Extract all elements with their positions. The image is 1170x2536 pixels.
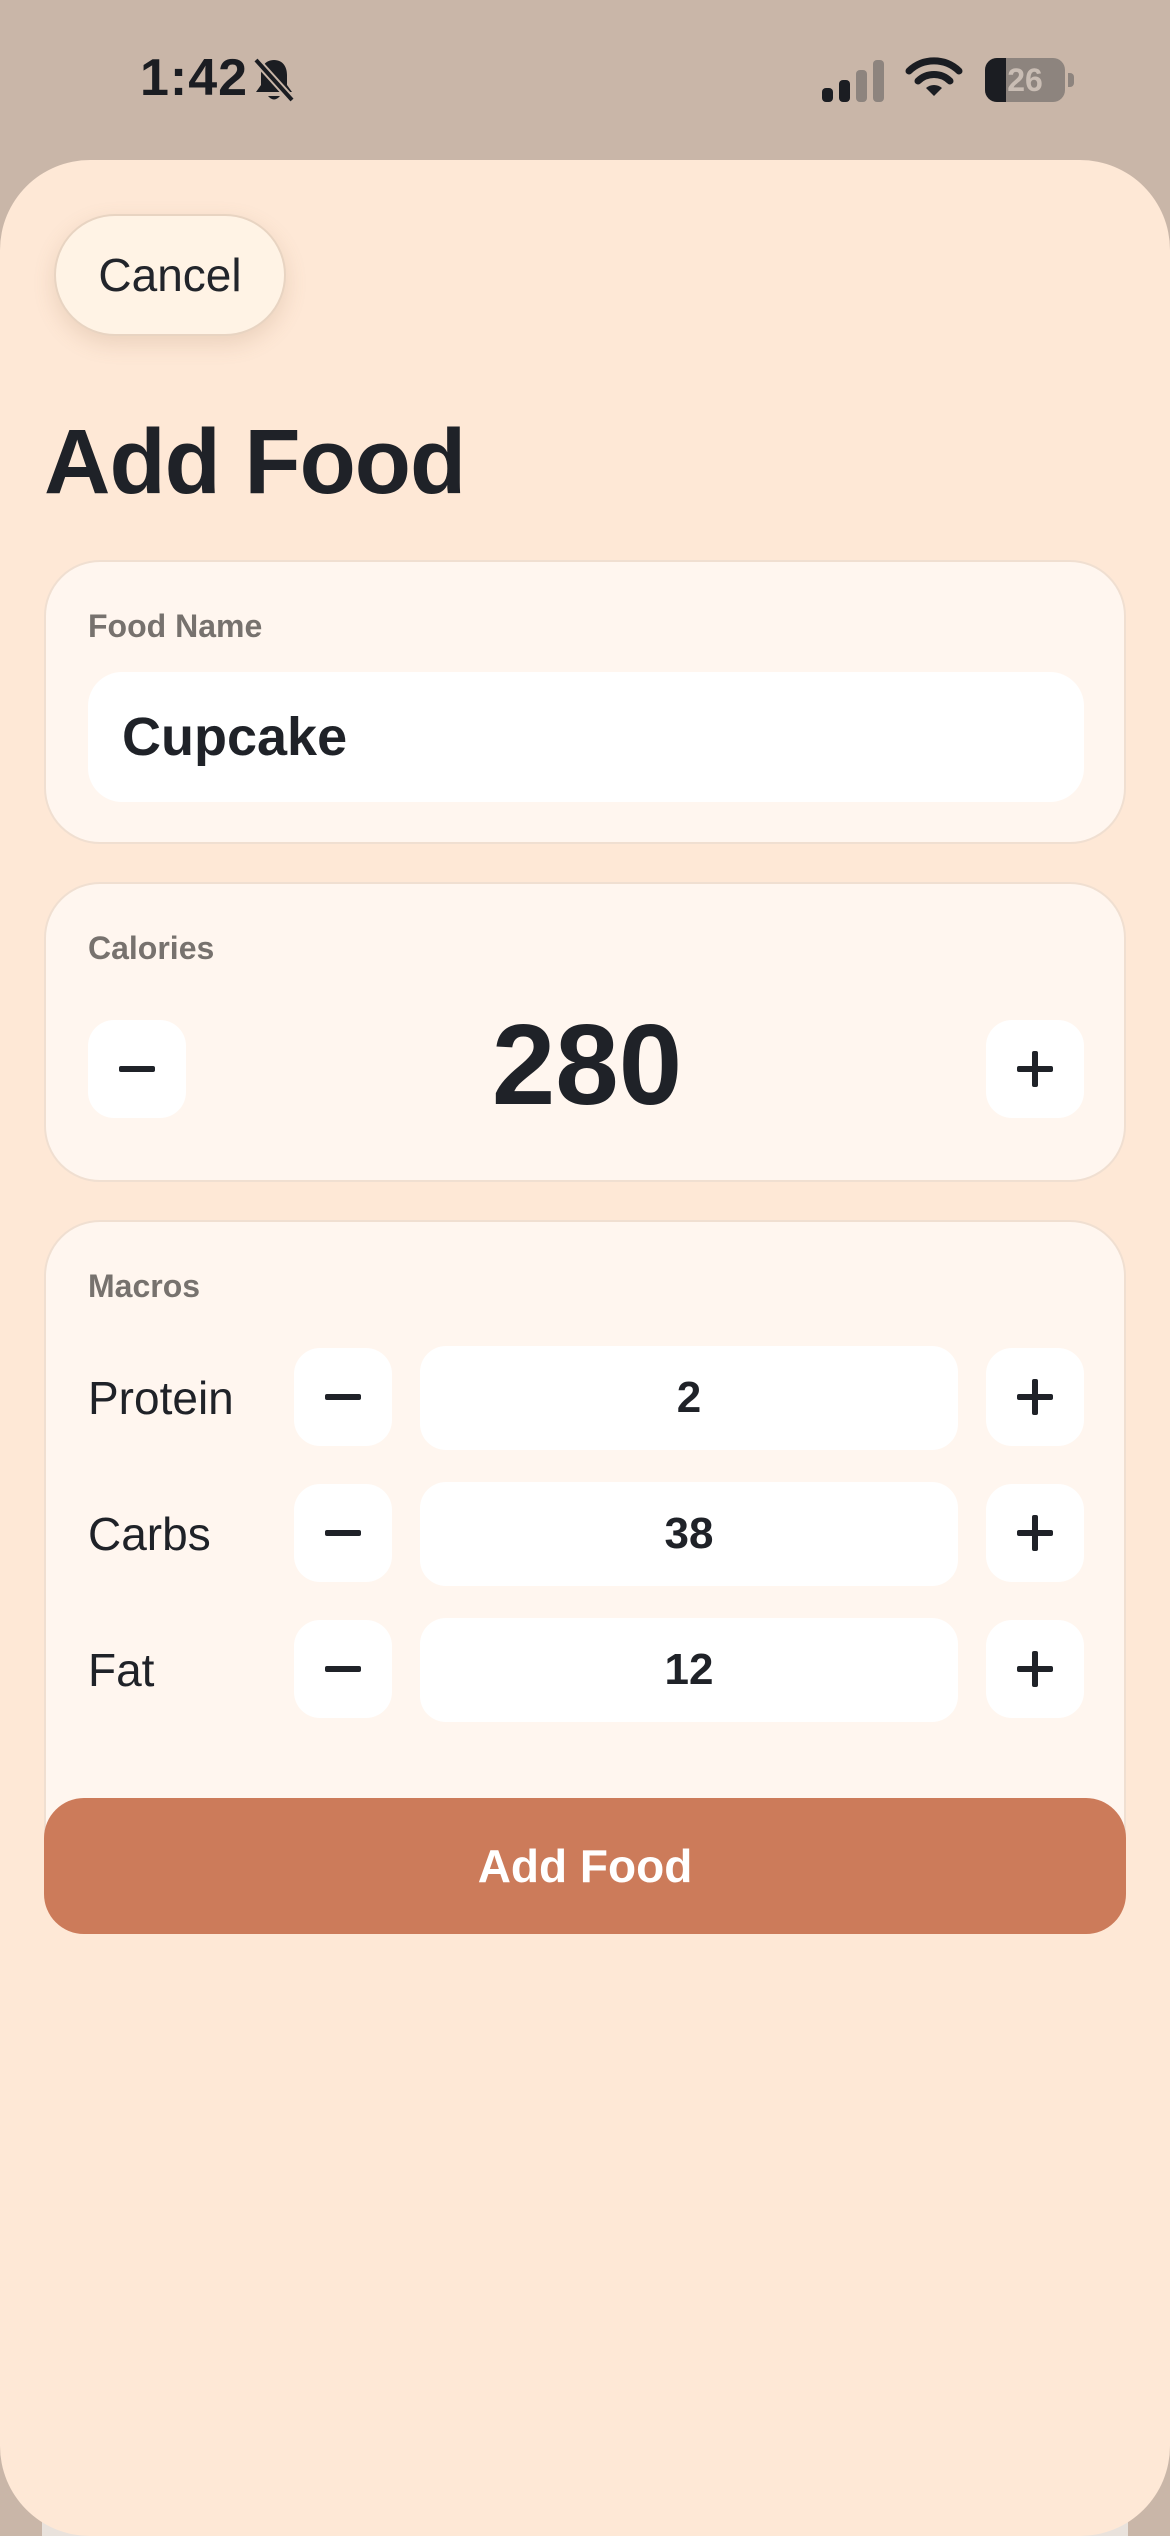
calories-value: 280 — [491, 1002, 683, 1129]
macro-row-protein: Protein 2 — [46, 1346, 1128, 1450]
plus-icon — [1017, 1379, 1053, 1415]
add-food-sheet: Cancel Add Food Food Name Calories 280 M… — [0, 160, 1170, 2536]
protein-increment-button[interactable] — [986, 1348, 1084, 1446]
food-name-label: Food Name — [88, 608, 263, 644]
macros-label: Macros — [88, 1268, 201, 1304]
protein-value-field[interactable]: 2 — [420, 1346, 958, 1450]
calories-card: Calories 280 — [44, 882, 1126, 1182]
plus-icon — [1017, 1651, 1053, 1687]
fat-label: Fat — [88, 1644, 155, 1696]
signal-icon — [822, 60, 884, 102]
bell-slash-icon — [253, 57, 295, 103]
minus-icon — [325, 1394, 361, 1400]
macro-row-carbs: Carbs 38 — [46, 1482, 1128, 1586]
calories-label: Calories — [88, 930, 215, 966]
minus-icon — [119, 1066, 155, 1072]
minus-icon — [325, 1530, 361, 1536]
carbs-increment-button[interactable] — [986, 1484, 1084, 1582]
page-title: Add Food — [44, 411, 466, 513]
fat-decrement-button[interactable] — [294, 1620, 392, 1718]
battery-level: 26 — [1007, 62, 1043, 98]
fat-value-field[interactable]: 12 — [420, 1618, 958, 1722]
cancel-button[interactable]: Cancel — [54, 214, 286, 336]
fat-increment-button[interactable] — [986, 1620, 1084, 1718]
plus-icon — [1017, 1515, 1053, 1551]
minus-icon — [325, 1666, 361, 1672]
food-name-card: Food Name — [44, 560, 1126, 844]
calories-decrement-button[interactable] — [88, 1020, 186, 1118]
macro-row-fat: Fat 12 — [46, 1618, 1128, 1722]
battery-icon: 26 — [985, 58, 1074, 102]
carbs-value-field[interactable]: 38 — [420, 1482, 958, 1586]
status-bar: 1:42 26 — [0, 0, 1170, 160]
carbs-label: Carbs — [88, 1508, 211, 1560]
protein-label: Protein — [88, 1372, 234, 1424]
screen: 1:42 26 Cancel Add Food Food Name Cupcak… — [0, 0, 1170, 2536]
wifi-icon — [905, 57, 963, 96]
food-name-input[interactable] — [88, 672, 1084, 802]
add-food-button[interactable]: Add Food — [44, 1798, 1126, 1934]
plus-icon — [1017, 1051, 1053, 1087]
carbs-decrement-button[interactable] — [294, 1484, 392, 1582]
status-time: 1:42 — [140, 49, 249, 107]
protein-decrement-button[interactable] — [294, 1348, 392, 1446]
calories-increment-button[interactable] — [986, 1020, 1084, 1118]
